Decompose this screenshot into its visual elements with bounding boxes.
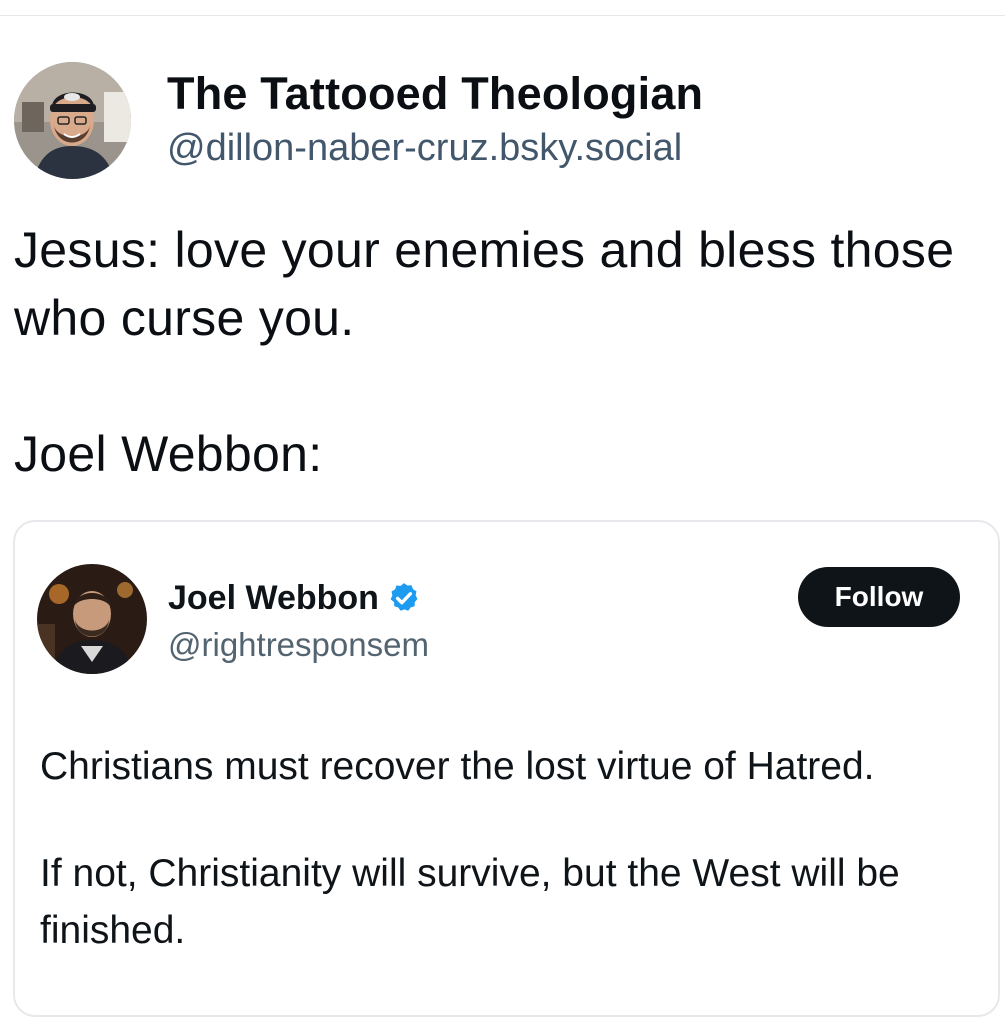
quoted-author-handle[interactable]: @rightresponsem — [168, 625, 429, 665]
author-display-name[interactable]: The Tattooed Theologian — [167, 69, 703, 119]
author-avatar[interactable] — [14, 62, 131, 179]
top-divider — [0, 15, 1005, 16]
post-author: The Tattooed Theologian @dillon-naber-cr… — [14, 62, 703, 179]
quoted-post-body: Christians must recover the lost virtue … — [40, 738, 980, 959]
quoted-author-avatar[interactable] — [37, 564, 147, 674]
avatar-photo-icon — [37, 564, 147, 674]
quoted-post-paragraph: Christians must recover the lost virtue … — [40, 745, 875, 788]
follow-button[interactable]: Follow — [798, 567, 960, 627]
quoted-post-paragraph: If not, Christianity will survive, but t… — [40, 852, 900, 952]
quoted-author-display-name[interactable]: Joel Webbon — [168, 578, 379, 618]
post-text-line: Joel Webbon: — [14, 426, 323, 482]
post-body: Jesus: love your enemies and bless those… — [14, 216, 989, 488]
avatar-photo-icon — [14, 62, 131, 179]
author-handle[interactable]: @dillon-naber-cruz.bsky.social — [167, 125, 703, 171]
verified-badge-icon — [390, 583, 418, 611]
post-text-line: Jesus: love your enemies and bless those… — [14, 222, 955, 346]
quoted-post-card[interactable]: Joel Webbon @rightresponsem Follow Chris… — [13, 520, 1000, 1017]
